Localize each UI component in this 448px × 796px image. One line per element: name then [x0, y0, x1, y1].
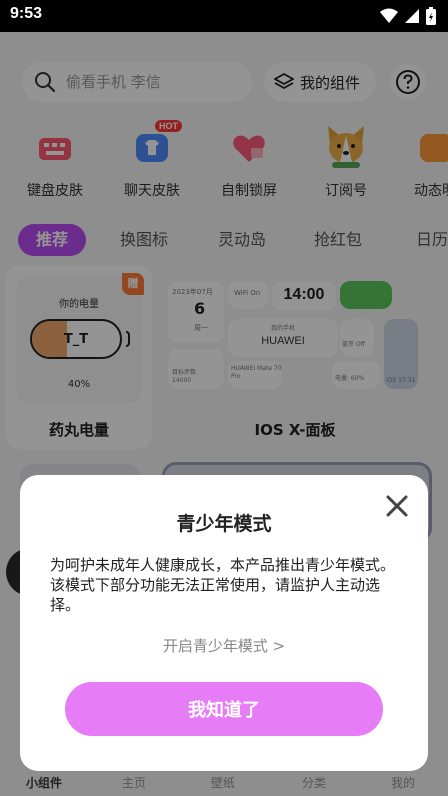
youth-mode-dialog: 青少年模式 为呵护未成年人健康成长，本产品推出青少年模式。该模式下部分功能无法正…: [20, 475, 428, 771]
close-icon[interactable]: [384, 493, 410, 519]
acknowledge-button[interactable]: 我知道了: [65, 682, 383, 736]
dialog-title: 青少年模式: [176, 513, 272, 535]
status-bar: 9:53: [0, 0, 448, 32]
dialog-message: 为呵护未成年人健康成长，本产品推出青少年模式。该模式下部分功能无法正常使用，请监…: [50, 556, 396, 614]
status-icons: [380, 7, 436, 25]
nav-widgets[interactable]: 小组件: [26, 774, 62, 791]
status-time: 9:53: [10, 5, 43, 22]
nav-wallpaper[interactable]: 壁纸: [211, 774, 235, 791]
nav-mine[interactable]: 我的: [391, 774, 415, 791]
enable-youth-mode-link[interactable]: 开启青少年模式 >: [20, 635, 428, 656]
battery-icon: [426, 7, 436, 25]
nav-home[interactable]: 主页: [122, 774, 146, 791]
wifi-icon: [380, 8, 398, 23]
bottom-nav: 小组件 主页 壁纸 分类 我的: [0, 768, 448, 796]
signal-icon: [405, 9, 419, 23]
nav-category[interactable]: 分类: [302, 774, 326, 791]
